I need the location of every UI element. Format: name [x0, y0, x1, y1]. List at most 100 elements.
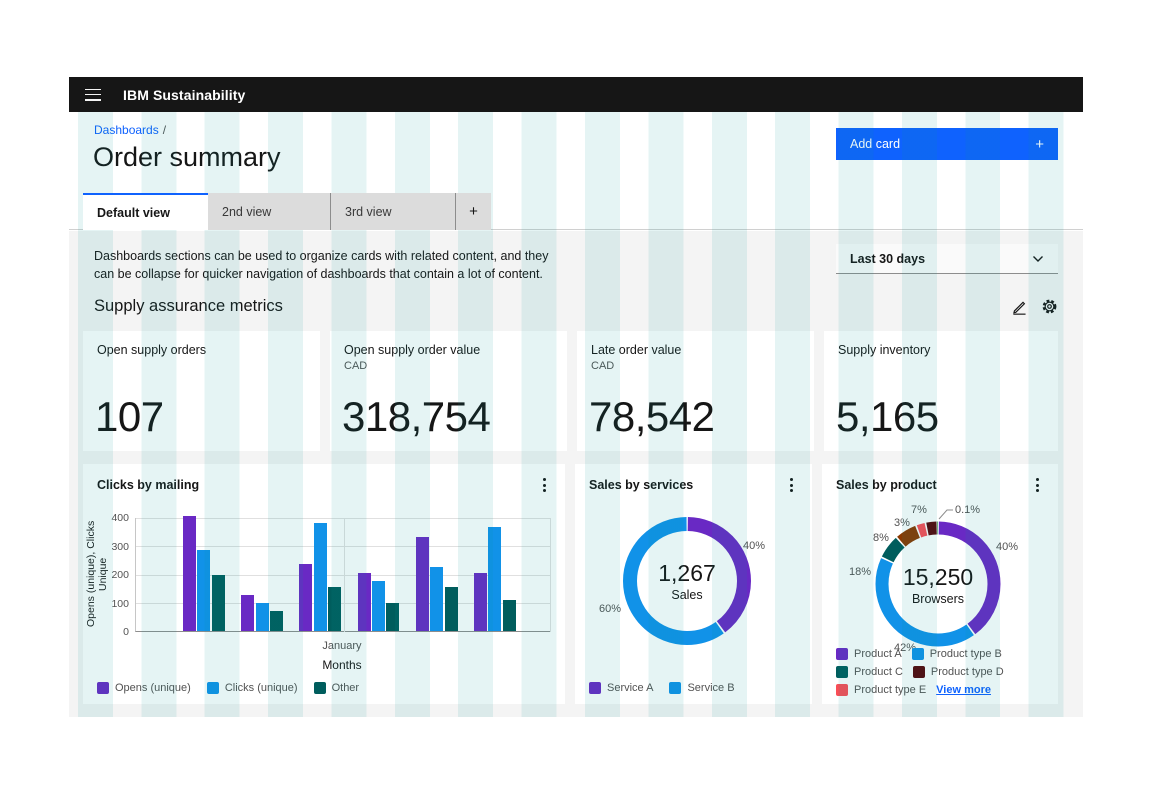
kpi-unit: CAD	[344, 360, 553, 373]
breadcrumb-separator: /	[163, 123, 166, 137]
legend-label: Product type E	[854, 684, 926, 696]
bar-legend: Opens (unique) Clicks (unique) Other	[97, 682, 359, 694]
legend-label: Product type D	[931, 666, 1004, 678]
bar-clicks-unique-[interactable]	[488, 527, 501, 631]
gear-icon	[1041, 298, 1058, 315]
legend-swatch	[314, 682, 326, 694]
bar-opens-unique-[interactable]	[299, 564, 312, 631]
add-view-plus-icon: +	[469, 203, 478, 220]
kpi-unit	[838, 360, 1044, 373]
kpi-value: 107	[95, 393, 164, 441]
bar-clicks-unique-[interactable]	[197, 550, 210, 631]
legend-swatch	[836, 648, 848, 660]
bar-opens-unique-[interactable]	[183, 516, 196, 631]
chevron-down-icon	[1032, 255, 1044, 263]
legend-label: Product A	[854, 648, 902, 660]
legend-item[interactable]: Product type D	[913, 666, 1004, 678]
kpi-label: Open supply orders	[97, 343, 306, 357]
donut-center: 15,250 Browsers	[888, 564, 988, 606]
view-more-link[interactable]: View more	[936, 684, 991, 696]
bar-other[interactable]	[328, 587, 341, 631]
legend-item[interactable]: Service A	[589, 682, 653, 694]
header-title: IBM Sustainability	[123, 87, 245, 103]
legend-item[interactable]: Service B	[669, 682, 734, 694]
app-header: IBM Sustainability	[69, 77, 1083, 112]
kpi-open-supply-order-value: Open supply order value CAD 318,754	[330, 331, 567, 451]
kpi-value: 318,754	[342, 393, 490, 441]
kpi-supply-inventory: Supply inventory 5,165	[824, 331, 1058, 451]
pct-label: 40%	[743, 540, 765, 552]
card-title: Sales by product	[836, 478, 937, 492]
kpi-unit: CAD	[591, 360, 800, 373]
breadcrumb-link-dashboards[interactable]: Dashboards	[94, 123, 159, 137]
bar-opens-unique-[interactable]	[241, 595, 254, 631]
card-title: Sales by services	[589, 478, 693, 492]
bar-clicks-unique-[interactable]	[372, 581, 385, 631]
bar-other[interactable]	[212, 575, 225, 631]
bar-clicks-unique-[interactable]	[314, 523, 327, 631]
time-range-value: Last 30 days	[850, 252, 925, 266]
kpi-unit	[97, 360, 306, 373]
card-sales-by-services: Sales by services 1,267 Sales 40% 60% Se…	[575, 464, 812, 704]
legend-swatch	[669, 682, 681, 694]
pct-label: 60%	[599, 603, 621, 615]
add-view-tab[interactable]: +	[455, 193, 491, 230]
card-title: Clicks by mailing	[97, 478, 199, 492]
card-sales-by-product: Sales by product 15,250 Browsers 40% 42%…	[822, 464, 1058, 704]
main-area: Dashboards / Order summary Add card + Def…	[69, 112, 1083, 717]
tab-2nd-view[interactable]: 2nd view	[208, 193, 330, 230]
bar-opens-unique-[interactable]	[474, 573, 487, 631]
add-card-button[interactable]: Add card +	[836, 128, 1058, 160]
card-clicks-by-mailing: Clicks by mailing Opens (unique), Clicks…	[83, 464, 565, 704]
settings-section-button[interactable]	[1036, 293, 1062, 319]
legend-swatch	[836, 666, 848, 678]
pct-label: 40%	[996, 541, 1018, 553]
overflow-menu-icon[interactable]	[535, 476, 553, 494]
gridline	[550, 518, 551, 632]
plus-icon: +	[1035, 136, 1044, 153]
legend-swatch	[912, 648, 924, 660]
tab-default-view[interactable]: Default view	[83, 193, 208, 230]
donut-center-value: 15,250	[888, 564, 988, 591]
bar-other[interactable]	[503, 600, 516, 631]
bar-opens-unique-[interactable]	[358, 573, 371, 631]
pct-label: 3%	[894, 517, 910, 529]
kpi-label: Supply inventory	[838, 343, 1044, 357]
overflow-menu-icon[interactable]	[782, 476, 800, 494]
legend-item[interactable]: Product type E	[836, 684, 926, 696]
bar-opens-unique-[interactable]	[416, 537, 429, 631]
overflow-menu-icon[interactable]	[1028, 476, 1046, 494]
pct-label: 8%	[873, 532, 889, 544]
bar-y-axis-ticks: 0100200300400	[101, 518, 129, 632]
legend-label: Product C	[854, 666, 903, 678]
bar-x-tick: January	[282, 640, 402, 652]
page-title: Order summary	[93, 142, 281, 173]
tab-3rd-view[interactable]: 3rd view	[330, 193, 455, 230]
bar-x-axis-title: Months	[282, 658, 402, 672]
legend-item[interactable]: Product A	[836, 648, 902, 660]
legend-item[interactable]: Opens (unique)	[97, 682, 191, 694]
bar-other[interactable]	[386, 603, 399, 632]
legend-item[interactable]: Other	[314, 682, 360, 694]
donut-center-value: 1,267	[637, 560, 737, 587]
section-heading: Supply assurance metrics	[94, 297, 283, 316]
page-header-area: Dashboards / Order summary Add card + Def…	[69, 112, 1083, 230]
legend-item[interactable]: Clicks (unique)	[207, 682, 298, 694]
kpi-open-supply-orders: Open supply orders 107	[83, 331, 320, 451]
bar-clicks-unique-[interactable]	[256, 603, 269, 632]
legend-label: Product type B	[930, 648, 1002, 660]
bar-plot-area[interactable]	[135, 518, 550, 632]
legend-label: Service A	[607, 682, 653, 694]
bar-other[interactable]	[270, 611, 283, 631]
donut-center-label: Sales	[637, 588, 737, 602]
menu-icon[interactable]	[85, 89, 101, 101]
view-tabs: Default view 2nd view 3rd view +	[83, 193, 491, 230]
legend-label: Opens (unique)	[115, 682, 191, 694]
legend-item[interactable]: Product type B	[912, 648, 1002, 660]
edit-section-button[interactable]	[1006, 293, 1032, 319]
legend-item[interactable]: Product C	[836, 666, 903, 678]
time-range-dropdown[interactable]: Last 30 days	[836, 244, 1058, 274]
bar-clicks-unique-[interactable]	[430, 567, 443, 631]
bar-other[interactable]	[445, 587, 458, 631]
section-description: Dashboards sections can be used to organ…	[94, 248, 564, 283]
